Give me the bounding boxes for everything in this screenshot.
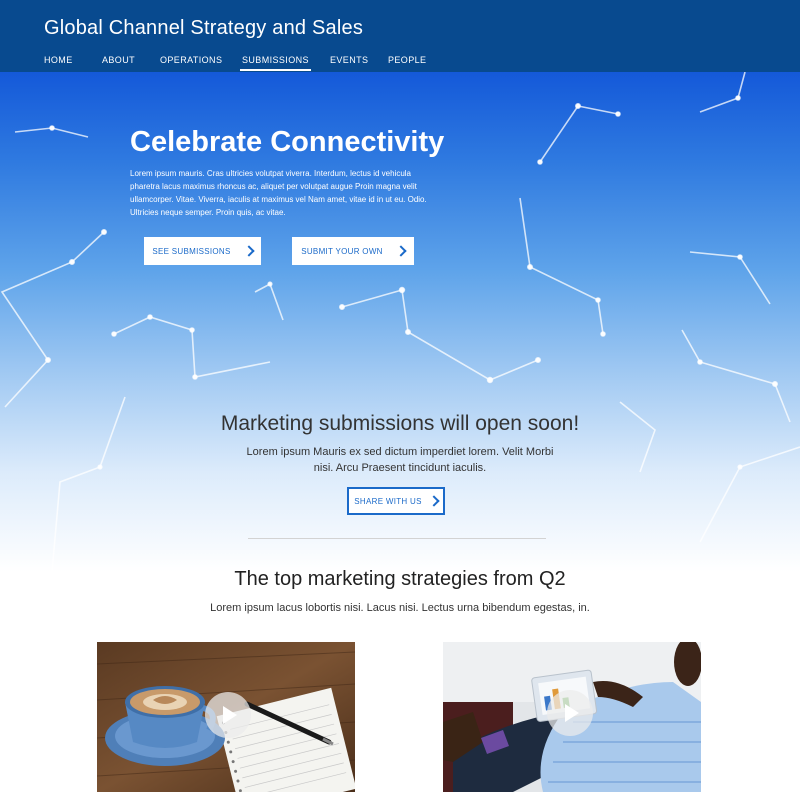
chevron-right-icon (428, 495, 440, 507)
strategies-description: Lorem ipsum lacus lobortis nisi. Lacus n… (210, 602, 590, 614)
submit-your-own-label: SUBMIT YOUR OWN (301, 246, 383, 256)
site-header: Global Channel Strategy and Sales HOME A… (0, 0, 800, 72)
share-with-us-button[interactable]: SHARE WITH US (347, 487, 445, 515)
nav-events[interactable]: EVENTS (330, 55, 368, 65)
strategies-title: The top marketing strategies from Q2 (234, 568, 566, 590)
nav-submissions[interactable]: SUBMISSIONS (240, 55, 311, 71)
notice-title: Marketing submissions will open soon! (220, 412, 580, 435)
section-divider (248, 538, 546, 539)
chevron-right-icon (395, 245, 407, 257)
chevron-right-icon (242, 245, 255, 257)
play-icon[interactable] (547, 690, 593, 736)
video-card-coffee[interactable] (97, 642, 355, 792)
nav-people[interactable]: PEOPLE (388, 55, 426, 65)
nav-operations[interactable]: OPERATIONS (160, 55, 222, 65)
hero-description: Lorem ipsum mauris. Cras ultricies volut… (130, 169, 427, 217)
hero-section: Celebrate Connectivity Lorem ipsum mauri… (0, 72, 800, 572)
see-submissions-label: SEE SUBMISSIONS (152, 246, 231, 256)
submit-your-own-button[interactable]: SUBMIT YOUR OWN (292, 237, 414, 265)
see-submissions-button[interactable]: SEE SUBMISSIONS (144, 237, 261, 265)
video-card-tablet[interactable] (443, 642, 701, 792)
notice-description: Lorem ipsum Mauris ex sed dictum imperdi… (246, 446, 554, 474)
site-title[interactable]: Global Channel Strategy and Sales (44, 17, 363, 40)
hero-title: Celebrate Connectivity (130, 126, 445, 158)
play-icon[interactable] (205, 692, 251, 738)
nav-home[interactable]: HOME (44, 55, 73, 65)
share-with-us-label: SHARE WITH US (354, 496, 422, 506)
nav-about[interactable]: ABOUT (102, 55, 135, 65)
